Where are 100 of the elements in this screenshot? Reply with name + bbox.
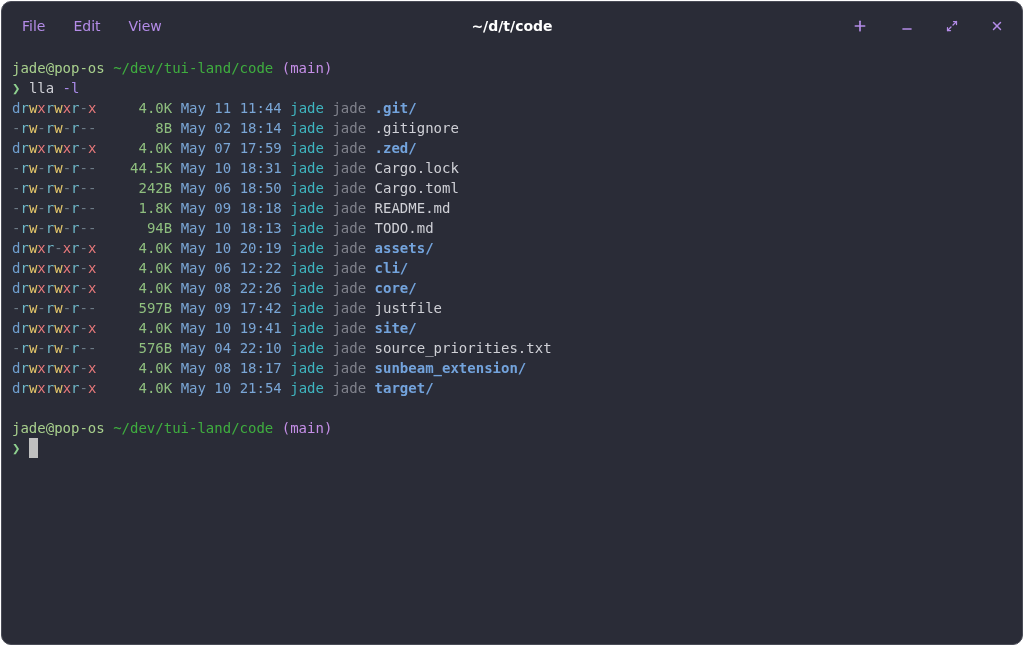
file-owner: jade: [290, 99, 324, 118]
file-group: jade: [332, 378, 367, 398]
modified-date: May 10 20:19: [180, 239, 282, 258]
close-icon: [990, 19, 1004, 33]
file-group: jade: [332, 218, 367, 238]
file-size: 1.8K: [137, 199, 173, 218]
modified-date: May 06 12:22: [180, 259, 282, 278]
permissions: -rw-rw-r--: [12, 179, 97, 198]
directory-name: core/: [374, 279, 417, 298]
file-group: jade: [332, 358, 367, 378]
git-branch: (main): [281, 59, 333, 78]
file-group: jade: [332, 98, 367, 118]
file-group: jade: [332, 198, 367, 218]
modified-date: May 10 19:41: [180, 319, 282, 338]
file-owner: jade: [290, 239, 324, 258]
expand-icon: [946, 20, 958, 32]
directory-name: assets/: [374, 239, 434, 258]
file-owner: jade: [290, 219, 324, 238]
command-name: lla: [28, 79, 55, 98]
prompt-symbol: ❯: [12, 439, 21, 458]
file-owner: jade: [290, 139, 324, 158]
modified-date: May 11 11:44: [180, 99, 282, 118]
file-group: jade: [332, 318, 367, 338]
file-group: jade: [332, 118, 367, 138]
file-size: 4.0K: [137, 259, 173, 278]
directory-name: site/: [374, 319, 417, 338]
file-group: jade: [332, 138, 367, 158]
directory-name: .git/: [374, 99, 417, 118]
permissions: -rw-rw-r--: [12, 199, 97, 218]
file-group: jade: [332, 158, 367, 178]
window-title: ~/d/t/code: [471, 18, 553, 34]
file-group: jade: [332, 278, 367, 298]
prompt-symbol: ❯: [12, 79, 21, 98]
file-owner: jade: [290, 119, 324, 138]
file-size: 4.0K: [137, 319, 173, 338]
command-argument: -l: [62, 79, 80, 98]
modified-date: May 08 18:17: [180, 359, 282, 378]
file-owner: jade: [290, 379, 324, 398]
file-owner: jade: [290, 339, 324, 358]
file-owner: jade: [290, 359, 324, 378]
permissions: -rw-rw-r--: [12, 159, 97, 178]
file-size: 4.0K: [137, 139, 173, 158]
file-group: jade: [332, 258, 367, 278]
git-branch: (main): [281, 419, 333, 438]
file-size: 4.0K: [137, 99, 173, 118]
file-owner: jade: [290, 319, 324, 338]
modified-date: May 10 18:31: [180, 159, 282, 178]
file-group: jade: [332, 238, 367, 258]
file-size: 4.0K: [137, 379, 173, 398]
file-owner: jade: [290, 299, 324, 318]
file-size: 4.0K: [137, 239, 173, 258]
file-owner: jade: [290, 179, 324, 198]
permissions: -rw-rw-r--: [12, 119, 97, 138]
file-group: jade: [332, 298, 367, 318]
modified-date: May 07 17:59: [180, 139, 282, 158]
file-owner: jade: [290, 279, 324, 298]
file-size: 4.0K: [137, 279, 173, 298]
modified-date: May 04 22:10: [180, 339, 282, 358]
modified-date: May 06 18:50: [180, 179, 282, 198]
modified-date: May 09 18:18: [180, 199, 282, 218]
menu-item[interactable]: View: [128, 18, 162, 34]
directory-name: sunbeam_extension/: [374, 359, 527, 378]
file-name: source_priorities.txt: [374, 339, 552, 358]
file-name: README.md: [374, 199, 451, 218]
modified-date: May 10 21:54: [180, 379, 282, 398]
prompt-path: ~/dev/tui-land/code: [113, 419, 274, 438]
file-name: .gitignore: [374, 119, 459, 138]
file-owner: jade: [290, 159, 324, 178]
file-size: 94B: [145, 219, 173, 238]
menu-item[interactable]: File: [22, 18, 46, 34]
file-size: 597B: [137, 299, 173, 318]
file-name: Cargo.toml: [374, 179, 459, 198]
directory-name: .zed/: [374, 139, 417, 158]
directory-name: target/: [374, 379, 434, 398]
file-name: TODO.md: [374, 219, 434, 238]
prompt-path: ~/dev/tui-land/code: [113, 59, 274, 78]
file-size: 44.5K: [129, 159, 173, 178]
modified-date: May 02 18:14: [180, 119, 282, 138]
text-cursor: [28, 438, 38, 458]
prompt-user-host: jade@pop-os: [12, 419, 105, 438]
plus-icon: [852, 18, 868, 34]
permissions: -rw-rw-r--: [12, 219, 97, 238]
file-size: 8B: [154, 119, 173, 138]
file-group: jade: [332, 178, 367, 198]
file-size: 242B: [137, 179, 173, 198]
modified-date: May 08 22:26: [180, 279, 282, 298]
file-name: Cargo.lock: [374, 159, 459, 178]
file-name: justfile: [374, 299, 442, 318]
file-owner: jade: [290, 199, 324, 218]
file-size: 4.0K: [137, 359, 173, 378]
menu-item[interactable]: Edit: [73, 18, 101, 34]
file-size: 576B: [137, 339, 173, 358]
prompt-user-host: jade@pop-os: [12, 59, 105, 78]
permissions: -rw-rw-r--: [12, 299, 97, 318]
modified-date: May 09 17:42: [180, 299, 282, 318]
directory-name: cli/: [374, 259, 409, 278]
file-owner: jade: [290, 259, 324, 278]
permissions: -rw-rw-r--: [12, 339, 97, 358]
modified-date: May 10 18:13: [180, 219, 282, 238]
file-group: jade: [332, 338, 367, 358]
